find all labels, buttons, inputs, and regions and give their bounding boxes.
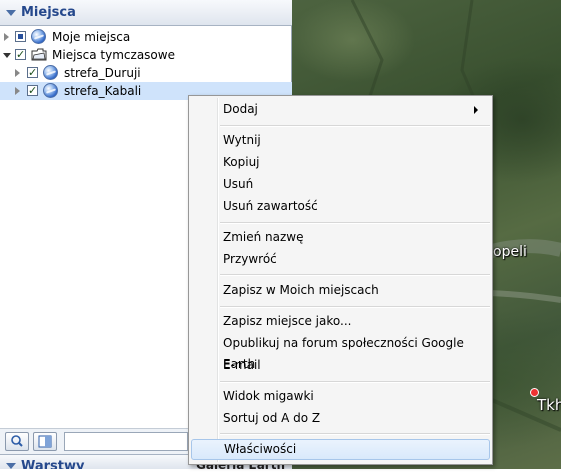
expanded-arrow-icon[interactable] [3, 53, 11, 58]
folder-icon [31, 48, 47, 61]
checkbox[interactable] [15, 31, 26, 42]
tree-item-my-places[interactable]: Moje miejsca [0, 28, 200, 46]
panel-toggle-icon [38, 435, 52, 448]
search-button[interactable] [5, 432, 29, 451]
menu-item-rename[interactable]: Zmień nazwę [191, 227, 490, 248]
tree-item-label: strefa_Duruji [64, 66, 141, 80]
menu-item-delete[interactable]: Usuń [191, 174, 490, 195]
menu-item-email[interactable]: E-mail [191, 355, 490, 376]
search-icon [11, 435, 23, 447]
panel-title: Miejsca [21, 5, 76, 20]
context-menu: Dodaj Wytnij Kopiuj Usuń Usuń zawartość … [188, 95, 493, 465]
checkbox[interactable] [27, 82, 38, 100]
expand-arrow-icon[interactable] [15, 87, 20, 95]
menu-item-copy[interactable]: Kopiuj [191, 152, 490, 173]
menu-separator [220, 222, 490, 224]
collapse-arrow-icon[interactable] [6, 463, 16, 469]
menu-item-snapshot-view[interactable]: Widok migawki [191, 386, 490, 407]
globe-icon [43, 65, 58, 80]
menu-item-add[interactable]: Dodaj [191, 99, 490, 120]
menu-item-cut[interactable]: Wytnij [191, 130, 490, 151]
panel-toggle-button[interactable] [33, 432, 57, 451]
tree-item-label: strefa_Kabali [64, 84, 142, 98]
checkbox[interactable] [27, 64, 38, 82]
menu-item-delete-contents[interactable]: Usuń zawartość [191, 196, 490, 217]
menu-item-revert[interactable]: Przywróć [191, 249, 490, 270]
map-place-label: Tkh [537, 396, 561, 414]
checkbox[interactable] [15, 46, 26, 64]
collapse-arrow-icon[interactable] [6, 10, 16, 16]
search-input[interactable] [64, 432, 188, 451]
menu-separator [220, 433, 490, 435]
map-place-label: opeli [493, 244, 527, 260]
menu-item-properties[interactable]: Właściwości [191, 439, 490, 460]
layers-title: Warstwy [21, 459, 85, 469]
menu-item-save-place-as[interactable]: Zapisz miejsce jako... [191, 311, 490, 332]
menu-item-publish-forum[interactable]: Opublikuj na forum społeczności Google E… [191, 333, 490, 371]
menu-separator [220, 381, 490, 383]
tree-item-strefa-duruji[interactable]: strefa_Duruji [0, 64, 200, 82]
menu-separator [220, 274, 490, 276]
globe-icon [31, 29, 46, 44]
menu-item-sort-a-z[interactable]: Sortuj od A do Z [191, 408, 490, 429]
globe-icon [43, 83, 58, 98]
menu-separator [220, 125, 490, 127]
expand-arrow-icon[interactable] [4, 33, 9, 41]
submenu-arrow-icon [474, 106, 478, 114]
tree-item-label: Miejsca tymczasowe [52, 48, 175, 62]
tree-item-label: Moje miejsca [52, 30, 131, 44]
tree-item-temporary-places[interactable]: Miejsca tymczasowe [0, 46, 200, 64]
expand-arrow-icon[interactable] [15, 69, 20, 77]
menu-separator [220, 306, 490, 308]
places-panel-header[interactable]: Miejsca [0, 0, 292, 26]
menu-item-save-to-my-places[interactable]: Zapisz w Moich miejscach [191, 280, 490, 301]
